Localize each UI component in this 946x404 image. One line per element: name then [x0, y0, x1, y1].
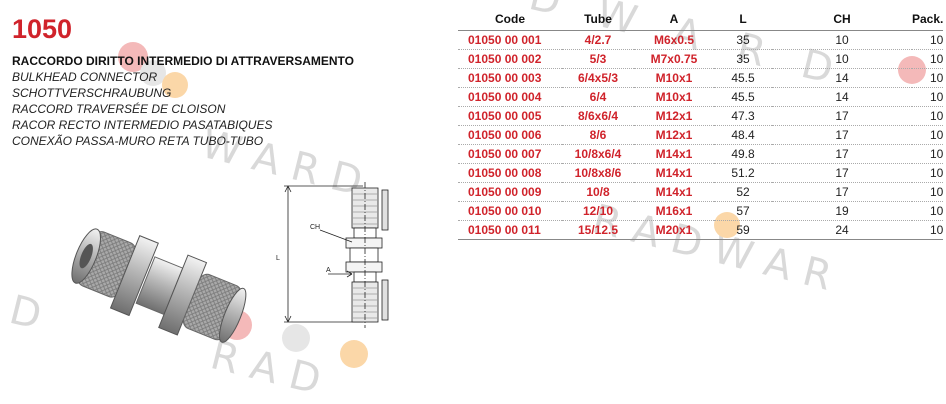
cell-code: 01050 00 008 [458, 163, 562, 183]
translation-de: SCHOTTVERSCHRAUBUNG [12, 86, 172, 100]
cell-l: 45.5 [714, 87, 772, 107]
cell-a: M10x1 [634, 68, 714, 88]
cell-pack: 10 [912, 87, 944, 107]
cell-l: 59 [714, 220, 772, 240]
cell-pack: 10 [912, 220, 944, 240]
cell-code: 01050 00 010 [458, 201, 562, 221]
cell-code: 01050 00 006 [458, 125, 562, 145]
cell-tube: 6/4x5/3 [562, 68, 634, 88]
cell-pack: 10 [912, 125, 944, 145]
product-title: RACCORDO DIRITTO INTERMEDIO DI ATTRAVERS… [12, 54, 354, 68]
table-row: 01050 00 002 5/3 M7x0.75 35 10 10 [458, 49, 944, 69]
header-a: A [634, 8, 714, 31]
table-row: 01050 00 001 4/2.7 M6x0.5 35 10 10 [458, 30, 944, 50]
table-header-row: Code Tube A L CH Pack. [458, 8, 944, 31]
drawing-label-l: L [276, 255, 280, 262]
cell-ch: 17 [772, 125, 912, 145]
cell-ch: 19 [772, 201, 912, 221]
cell-code: 01050 00 009 [458, 182, 562, 202]
technical-drawing: CH A L [276, 182, 389, 328]
header-pack: Pack. [912, 8, 944, 31]
cell-code: 01050 00 011 [458, 220, 562, 240]
translation-es: RACOR RECTO INTERMEDIO PASATABIQUES [12, 118, 273, 132]
cell-l: 47.3 [714, 106, 772, 126]
cell-l: 48.4 [714, 125, 772, 145]
header-code: Code [458, 8, 562, 31]
cell-code: 01050 00 007 [458, 144, 562, 164]
cell-tube: 10/8 [562, 182, 634, 202]
cell-l: 52 [714, 182, 772, 202]
cell-ch: 17 [772, 106, 912, 126]
drawing-label-ch: CH [310, 224, 320, 231]
cell-ch: 14 [772, 87, 912, 107]
table-row: 01050 00 009 10/8 M14x1 52 17 10 [458, 182, 944, 202]
header-ch: CH [772, 8, 912, 31]
dot-orange-3 [340, 340, 368, 368]
cell-code: 01050 00 001 [458, 30, 562, 50]
table-row: 01050 00 011 15/12.5 M20x1 59 24 10 [458, 220, 944, 240]
table-row: 01050 00 005 8/6x6/4 M12x1 47.3 17 10 [458, 106, 944, 126]
cell-a: M10x1 [634, 87, 714, 107]
spec-table: Code Tube A L CH Pack. 01050 00 001 4/2.… [458, 8, 944, 240]
cell-code: 01050 00 005 [458, 106, 562, 126]
cell-l: 35 [714, 49, 772, 69]
cell-tube: 12/10 [562, 201, 634, 221]
cell-pack: 10 [912, 68, 944, 88]
cell-ch: 24 [772, 220, 912, 240]
cell-pack: 10 [912, 30, 944, 50]
cell-tube: 5/3 [562, 49, 634, 69]
cell-tube: 8/6x6/4 [562, 106, 634, 126]
cell-code: 01050 00 004 [458, 87, 562, 107]
cell-tube: 8/6 [562, 125, 634, 145]
cell-ch: 17 [772, 144, 912, 164]
cell-l: 49.8 [714, 144, 772, 164]
cell-ch: 17 [772, 163, 912, 183]
cell-pack: 10 [912, 201, 944, 221]
cell-l: 45.5 [714, 68, 772, 88]
cell-l: 35 [714, 30, 772, 50]
cell-pack: 10 [912, 49, 944, 69]
cell-a: M12x1 [634, 106, 714, 126]
table-row: 01050 00 006 8/6 M12x1 48.4 17 10 [458, 125, 944, 145]
table-row: 01050 00 008 10/8x8/6 M14x1 51.2 17 10 [458, 163, 944, 183]
cell-l: 51.2 [714, 163, 772, 183]
cell-pack: 10 [912, 144, 944, 164]
table-row: 01050 00 003 6/4x5/3 M10x1 45.5 14 10 [458, 68, 944, 88]
translation-en: BULKHEAD CONNECTOR [12, 70, 158, 84]
cell-ch: 10 [772, 30, 912, 50]
header-l: L [714, 8, 772, 31]
watermark-left: D [4, 286, 46, 340]
cell-code: 01050 00 002 [458, 49, 562, 69]
cell-tube: 10/8x6/4 [562, 144, 634, 164]
cell-a: M14x1 [634, 144, 714, 164]
translation-pt: CONEXÃO PASSA-MURO RETA TUBO-TUBO [12, 134, 264, 148]
cell-a: M14x1 [634, 182, 714, 202]
cell-tube: 15/12.5 [562, 220, 634, 240]
cell-ch: 14 [772, 68, 912, 88]
cell-a: M16x1 [634, 201, 714, 221]
translation-fr: RACCORD TRAVERSÉE DE CLOISON [12, 102, 226, 116]
header-tube: Tube [562, 8, 634, 31]
cell-tube: 4/2.7 [562, 30, 634, 50]
cell-ch: 17 [772, 182, 912, 202]
cell-ch: 10 [772, 49, 912, 69]
cell-a: M12x1 [634, 125, 714, 145]
cell-pack: 10 [912, 182, 944, 202]
product-code: 1050 [12, 14, 73, 44]
cell-a: M14x1 [634, 163, 714, 183]
cell-code: 01050 00 003 [458, 68, 562, 88]
table-row: 01050 00 004 6/4 M10x1 45.5 14 10 [458, 87, 944, 107]
cell-a: M6x0.5 [634, 30, 714, 50]
cell-pack: 10 [912, 106, 944, 126]
cell-a: M7x0.75 [634, 49, 714, 69]
cell-pack: 10 [912, 163, 944, 183]
product-photo [71, 228, 247, 343]
table-row: 01050 00 010 12/10 M16x1 57 19 10 [458, 201, 944, 221]
cell-l: 57 [714, 201, 772, 221]
table-row: 01050 00 007 10/8x6/4 M14x1 49.8 17 10 [458, 144, 944, 164]
drawing-label-a: A [326, 267, 331, 274]
cell-tube: 6/4 [562, 87, 634, 107]
cell-a: M20x1 [634, 220, 714, 240]
cell-tube: 10/8x8/6 [562, 163, 634, 183]
